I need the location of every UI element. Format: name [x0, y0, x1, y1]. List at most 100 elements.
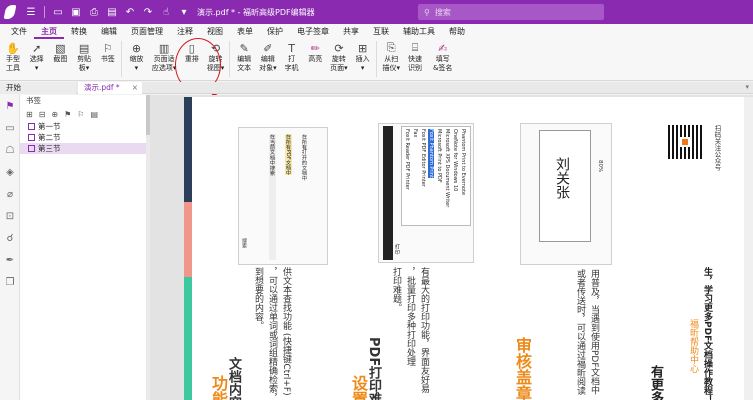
menu-help[interactable]: 帮助 [442, 24, 472, 39]
menu-accessibility[interactable]: 辅助工具 [396, 24, 442, 39]
typewriter-button[interactable]: Ｔ打 字机 [281, 39, 303, 72]
qr-caption: 扫码关注公众号 [713, 125, 721, 171]
search-box[interactable]: ⚲ 搜索 [418, 4, 604, 20]
help-center-link[interactable]: 福昕帮助中心 [687, 319, 700, 373]
edit-object-icon: ✐ [263, 41, 273, 55]
ocr-button[interactable]: ⌸ 快速 识别 [404, 39, 426, 72]
app-logo-icon [0, 0, 20, 24]
page-text: 打印难题。 [391, 267, 401, 312]
edit-object-button[interactable]: ✐ 编辑 对象▾ [257, 39, 279, 72]
hand-tool-button[interactable]: ✋ 手型 工具 [2, 39, 24, 72]
page-text: 有最大的打印功能，界面友好易 [419, 267, 429, 393]
menu-file[interactable]: 文件 [4, 24, 34, 39]
menu-convert[interactable]: 转换 [64, 24, 94, 39]
bookmark-panel: 书签 ⊞ ⊟ ⊕ ⚑ ⚐ ▤ 第一节 第二节 第三节 [20, 95, 148, 400]
document-scrollbar[interactable] [744, 97, 753, 400]
page-heading: 有更多 [648, 365, 663, 400]
bookmark-button[interactable]: ⚐ 书签 [97, 39, 119, 64]
print-screenshot: 打印 Foxit Reader PDF Printer Fax Foxit PD… [378, 123, 474, 263]
printer-option: Microsoft Print to PDF [436, 129, 442, 183]
undo-icon[interactable]: ↶ [123, 5, 137, 19]
bookmark-panel-icon[interactable]: ⚑ [0, 95, 20, 117]
bookmark-tag2-icon[interactable]: ⚐ [77, 110, 84, 119]
thumbnail-panel-icon[interactable]: ▭ [0, 117, 20, 139]
menu-connect[interactable]: 互联 [366, 24, 396, 39]
scanner-button[interactable]: ⎘ 从扫 描仪▾ [380, 39, 402, 72]
security-panel-icon[interactable]: ⊡ [0, 205, 20, 227]
tab-start[interactable]: 开始 [0, 82, 76, 94]
insert-icon: ⊞ [358, 41, 368, 55]
menu-protect[interactable]: 保护 [260, 24, 290, 39]
open-folder-icon[interactable]: ▭ [51, 5, 65, 19]
tab-options-icon[interactable]: ▾ [745, 83, 749, 91]
printer-option: Microsoft XPS Document Writer [444, 129, 450, 208]
page-heading: 功能 [209, 375, 228, 400]
pages-panel-icon[interactable]: ❐ [0, 271, 20, 293]
page-heading: 设置 [349, 375, 368, 400]
menu-page-manage[interactable]: 页面管理 [124, 24, 170, 39]
bookmark-item-icon [28, 145, 35, 152]
new-doc-icon[interactable]: ▤ [105, 5, 119, 19]
clipboard-button[interactable]: ▤ 剪贴 板▾ [73, 39, 95, 72]
bookmark-options-icon[interactable]: ▤ [90, 110, 98, 119]
insert-button[interactable]: ⊞ 插入 ▾ [352, 39, 374, 72]
menu-e-seal[interactable]: 电子签章 [290, 24, 336, 39]
menu-view[interactable]: 视图 [200, 24, 230, 39]
search-icon: ⚲ [424, 7, 430, 17]
highlight-button[interactable]: ✏ 高亮 [304, 39, 326, 64]
tab-document[interactable]: 演示.pdf * × [78, 82, 142, 94]
layers-panel-icon[interactable]: ◈ [0, 161, 20, 183]
menu-home[interactable]: 主页 [34, 24, 64, 39]
rotate-page-icon: ⟳ [334, 41, 344, 55]
search-option: 在当前文档中搜索 [269, 134, 276, 260]
bookmark-item[interactable]: 第三节 [20, 143, 147, 154]
bookmark-item[interactable]: 第二节 [20, 132, 147, 143]
printer-option: Fax [412, 129, 418, 138]
zoom-level: 80% [597, 160, 603, 173]
expand-all-icon[interactable]: ⊞ [26, 110, 33, 119]
menu-share[interactable]: 共享 [336, 24, 366, 39]
rotate-page-button[interactable]: ⟳ 旋转 页面▾ [328, 39, 350, 72]
edit-text-button[interactable]: ✎ 编辑 文本 [233, 39, 255, 72]
comment-panel-icon[interactable]: ☖ [0, 139, 20, 161]
hand-tool-icon[interactable]: ☝ [159, 5, 173, 19]
highlight-icon: ✏ [310, 41, 320, 55]
printer-option: Foxit Reader PDF Printer [404, 129, 410, 190]
redo-icon[interactable]: ↷ [141, 5, 155, 19]
menu-icon[interactable]: ☰ [24, 5, 38, 19]
printer-option: Foxit PDF Editor Printer [420, 129, 426, 187]
delete-bookmark-icon[interactable]: ⊟ [39, 110, 46, 119]
bookmark-tag-icon[interactable]: ⚑ [64, 110, 71, 119]
zoom-button[interactable]: ⊕ 缩放 ▾ [125, 39, 147, 72]
add-bookmark-icon[interactable]: ⊕ [51, 110, 58, 119]
menu-form[interactable]: 表单 [230, 24, 260, 39]
pen-panel-icon[interactable]: ✒ [0, 249, 20, 271]
search-screenshot-title: 搜索 [241, 238, 247, 248]
menu-edit[interactable]: 编辑 [94, 24, 124, 39]
zoom-icon: ⊕ [131, 41, 142, 55]
bookmark-item-icon [28, 134, 35, 141]
select-button[interactable]: ➚ 选择 ▾ [26, 39, 48, 72]
bookmark-item[interactable]: 第一节 [20, 121, 147, 132]
screenshot-button[interactable]: ▧ 截图 [49, 39, 71, 64]
left-nav-rail: ⚑ ▭ ☖ ◈ ⌀ ⊡ ☌ ✒ ❐ [0, 95, 20, 400]
search-placeholder: 搜索 [434, 7, 451, 17]
ocr-icon: ⌸ [411, 41, 419, 54]
fill-sign-button[interactable]: ✍ 填写 &签名 [428, 39, 458, 72]
customize-dropdown-icon[interactable]: ▾ [177, 5, 191, 19]
page-text: ，可以通过单词或词组精确检索， [267, 267, 277, 400]
panel-title: 书签 [26, 96, 41, 105]
menu-comment[interactable]: 注释 [170, 24, 200, 39]
signature-panel-icon[interactable]: ☌ [0, 227, 20, 249]
page-text: ，批量打印多种打印处理 [405, 267, 415, 366]
close-tab-icon[interactable]: × [132, 82, 138, 94]
save-icon[interactable]: ▣ [69, 5, 83, 19]
printer-option: OneNote for Windows 10 [452, 129, 458, 192]
attachment-panel-icon[interactable]: ⌀ [0, 183, 20, 205]
document-tab-bar: 开始 演示.pdf * × ▾ [0, 82, 753, 94]
page-text: 供文本查找功能 (快捷键Ctrl+F) [281, 267, 291, 396]
stamp-name-text: 刘关张 [554, 157, 570, 199]
clipboard-icon: ▤ [78, 41, 90, 55]
print-icon[interactable]: ⎙ [87, 5, 101, 19]
fit-page-icon: ▥ [158, 41, 170, 55]
